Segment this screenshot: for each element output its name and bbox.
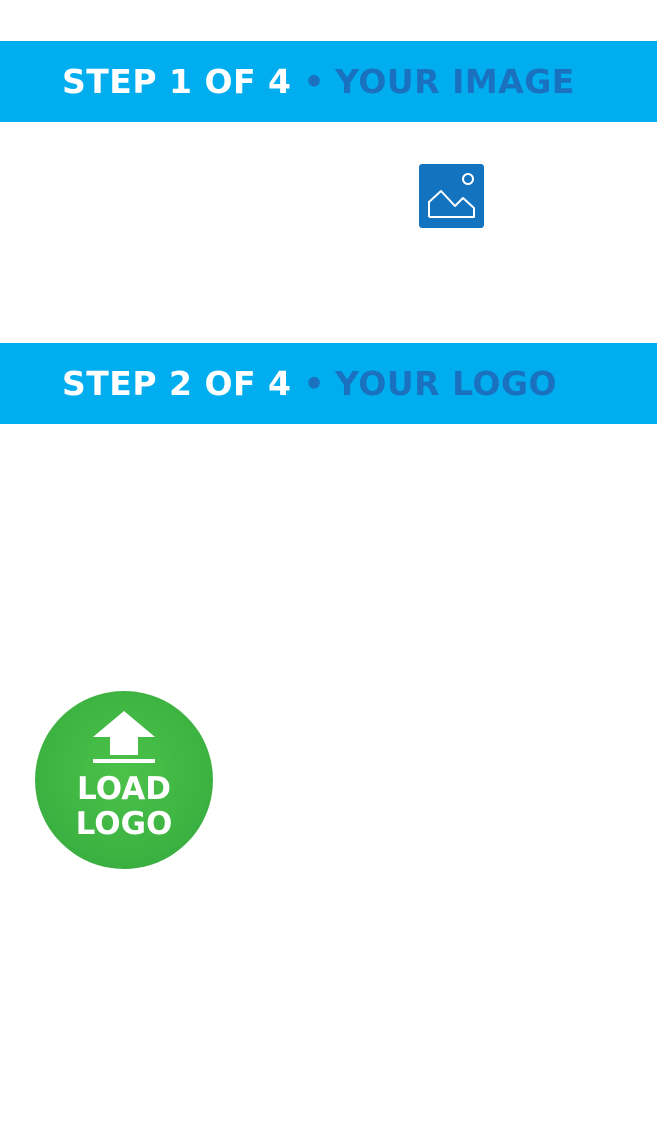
- upload-arrow-icon: [93, 711, 155, 763]
- step-2-number: STEP 2 OF 4: [62, 364, 292, 403]
- step-1-header: STEP 1 OF 4 • YOUR IMAGE: [0, 41, 657, 122]
- step-2-header: STEP 2 OF 4 • YOUR LOGO: [0, 343, 657, 424]
- image-icon[interactable]: [419, 164, 484, 228]
- load-logo-label-line1: LOAD: [77, 771, 171, 807]
- load-logo-label-line2: LOGO: [75, 806, 173, 842]
- load-logo-button[interactable]: LOAD LOGO: [35, 691, 213, 869]
- step-2-title: YOUR LOGO: [335, 364, 558, 403]
- step-1-title: YOUR IMAGE: [335, 62, 575, 101]
- step-1-bullet: •: [303, 62, 326, 101]
- step-1-number: STEP 1 OF 4: [62, 62, 292, 101]
- step-2-bullet: •: [303, 364, 326, 403]
- page: STEP 1 OF 4 • YOUR IMAGE STEP 2 OF 4 • Y…: [0, 0, 657, 1127]
- image-icon-graphic: [428, 173, 475, 218]
